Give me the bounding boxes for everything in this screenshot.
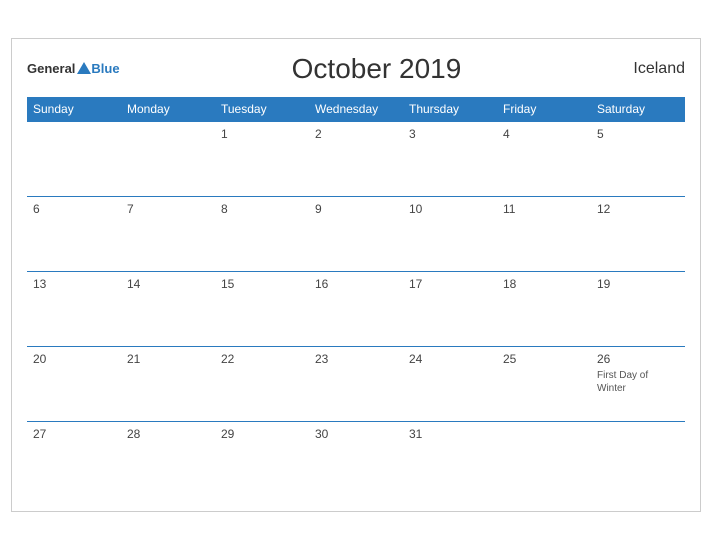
country-name: Iceland xyxy=(633,60,685,78)
calendar-cell: 5 xyxy=(591,121,685,196)
calendar-cell: 1 xyxy=(215,121,309,196)
day-number: 6 xyxy=(33,202,115,216)
calendar-cell: 2 xyxy=(309,121,403,196)
calendar-cell: 6 xyxy=(27,196,121,271)
week-row-1: 6789 10 11 12 xyxy=(27,196,685,271)
weekday-header-sunday: Sunday xyxy=(27,97,121,122)
day-number: 13 xyxy=(33,277,115,291)
event-text: First Day of Winter xyxy=(597,369,679,395)
logo-blue-text: Blue xyxy=(91,61,119,76)
day-number: 25 xyxy=(503,352,585,366)
day-number: 27 xyxy=(33,427,115,441)
calendar-cell: 29 xyxy=(215,421,309,496)
day-number: 10 xyxy=(409,202,491,216)
calendar-cell: 24 xyxy=(403,346,497,421)
day-number: 7 xyxy=(127,202,209,216)
calendar-cell: 8 xyxy=(215,196,309,271)
calendar-cell xyxy=(591,421,685,496)
day-number: 22 xyxy=(221,352,303,366)
calendar-cell: 31 xyxy=(403,421,497,496)
calendar-container: General Blue October 2019 Iceland Sunday… xyxy=(11,38,701,513)
weekday-header-friday: Friday xyxy=(497,97,591,122)
day-number: 11 xyxy=(503,202,585,216)
calendar-cell: 26 First Day of Winter xyxy=(591,346,685,421)
calendar-cell: 18 xyxy=(497,271,591,346)
day-number: 5 xyxy=(597,127,679,141)
logo: General Blue xyxy=(27,61,120,76)
calendar-cell: 17 xyxy=(403,271,497,346)
calendar-cell xyxy=(497,421,591,496)
weekday-header-wednesday: Wednesday xyxy=(309,97,403,122)
calendar-cell: 11 xyxy=(497,196,591,271)
day-number: 28 xyxy=(127,427,209,441)
day-number: 2 xyxy=(315,127,397,141)
day-number: 21 xyxy=(127,352,209,366)
day-number: 12 xyxy=(597,202,679,216)
day-number: 26 xyxy=(597,352,679,366)
calendar-cell: 15 xyxy=(215,271,309,346)
day-number: 9 xyxy=(315,202,397,216)
calendar-header: General Blue October 2019 Iceland xyxy=(27,49,685,89)
calendar-table: SundayMondayTuesdayWednesdayThursdayFrid… xyxy=(27,97,685,497)
day-number: 1 xyxy=(221,127,303,141)
calendar-cell xyxy=(27,121,121,196)
calendar-cell: 16 xyxy=(309,271,403,346)
calendar-cell: 28 xyxy=(121,421,215,496)
day-number: 30 xyxy=(315,427,397,441)
calendar-cell: 22 xyxy=(215,346,309,421)
day-number: 29 xyxy=(221,427,303,441)
calendar-cell: 20 xyxy=(27,346,121,421)
day-number: 8 xyxy=(221,202,303,216)
day-number: 16 xyxy=(315,277,397,291)
weekday-header-saturday: Saturday xyxy=(591,97,685,122)
day-number: 20 xyxy=(33,352,115,366)
day-number: 19 xyxy=(597,277,679,291)
calendar-cell: 10 xyxy=(403,196,497,271)
week-row-0: 12345 xyxy=(27,121,685,196)
calendar-cell: 27 xyxy=(27,421,121,496)
calendar-cell: 19 xyxy=(591,271,685,346)
day-number: 31 xyxy=(409,427,491,441)
week-row-2: 13 14 15 16 17 18 19 xyxy=(27,271,685,346)
weekday-header-monday: Monday xyxy=(121,97,215,122)
calendar-cell: 14 xyxy=(121,271,215,346)
day-number: 15 xyxy=(221,277,303,291)
calendar-cell: 12 xyxy=(591,196,685,271)
calendar-cell: 9 xyxy=(309,196,403,271)
weekday-header-row: SundayMondayTuesdayWednesdayThursdayFrid… xyxy=(27,97,685,122)
day-number: 23 xyxy=(315,352,397,366)
logo-triangle-icon xyxy=(77,62,91,74)
calendar-cell: 25 xyxy=(497,346,591,421)
calendar-title: October 2019 xyxy=(120,53,634,85)
day-number: 17 xyxy=(409,277,491,291)
calendar-cell: 4 xyxy=(497,121,591,196)
week-row-4: 27 28 29 30 31 xyxy=(27,421,685,496)
logo-general-text: General xyxy=(27,61,75,76)
day-number: 14 xyxy=(127,277,209,291)
week-row-3: 20 21 22 23 24 25 26 First Day of Winter xyxy=(27,346,685,421)
day-number: 3 xyxy=(409,127,491,141)
calendar-cell: 30 xyxy=(309,421,403,496)
calendar-cell xyxy=(121,121,215,196)
calendar-cell: 3 xyxy=(403,121,497,196)
day-number: 4 xyxy=(503,127,585,141)
calendar-cell: 21 xyxy=(121,346,215,421)
weekday-header-tuesday: Tuesday xyxy=(215,97,309,122)
day-number: 18 xyxy=(503,277,585,291)
day-number: 24 xyxy=(409,352,491,366)
weekday-header-thursday: Thursday xyxy=(403,97,497,122)
calendar-cell: 7 xyxy=(121,196,215,271)
calendar-cell: 13 xyxy=(27,271,121,346)
calendar-cell: 23 xyxy=(309,346,403,421)
